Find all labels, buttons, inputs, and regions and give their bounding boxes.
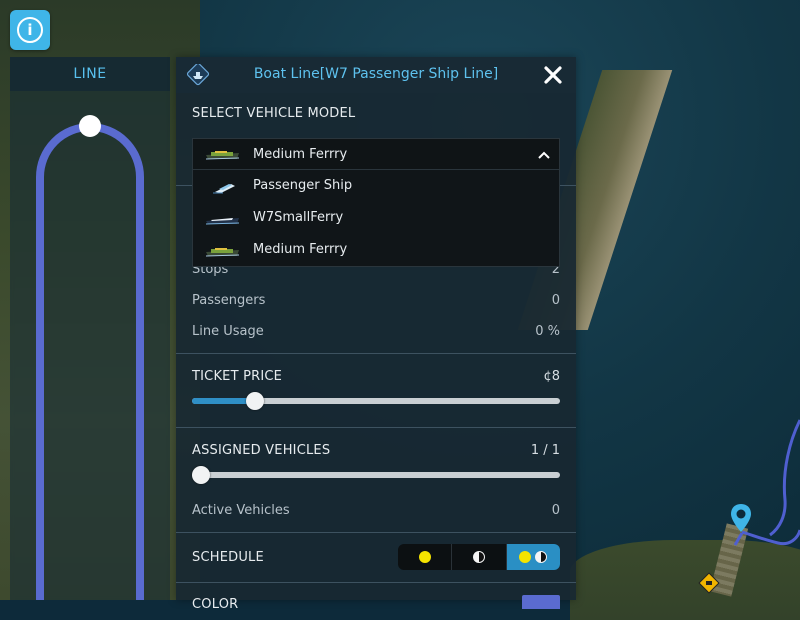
ticket-price-value: ¢8 xyxy=(543,369,560,384)
active-vehicles-value: 0 xyxy=(551,503,560,518)
schedule-selector[interactable] xyxy=(398,544,560,570)
divider xyxy=(176,532,576,533)
divider xyxy=(176,582,576,583)
assigned-vehicles-label: ASSIGNED VEHICLES xyxy=(192,443,331,458)
dropdown-option-label: Passenger Ship xyxy=(253,178,353,193)
dropdown-option-medium-ferry[interactable]: Medium Ferrry xyxy=(193,234,561,266)
line-usage-value: 0 % xyxy=(535,324,560,339)
dropdown-selected-label: Medium Ferrry xyxy=(253,147,348,162)
info-button[interactable]: i xyxy=(10,10,50,50)
line-panel: LINE xyxy=(10,57,170,600)
info-icon: i xyxy=(17,17,43,43)
ticket-price-label: TICKET PRICE xyxy=(192,369,283,384)
dropdown-option-label: W7SmallFerry xyxy=(253,210,344,225)
line-usage-label: Line Usage xyxy=(192,324,264,339)
schedule-label: SCHEDULE xyxy=(192,550,264,565)
sun-icon xyxy=(519,551,532,563)
close-icon[interactable] xyxy=(542,64,564,86)
medium-ferry-icon xyxy=(205,151,240,160)
passenger-ship-icon xyxy=(213,184,235,194)
panel-titlebar: Boat Line[W7 Passenger Ship Line] xyxy=(176,57,576,93)
sun-icon xyxy=(418,551,431,563)
vehicle-model-dropdown[interactable]: Medium Ferrry xyxy=(192,138,560,170)
vehicle-model-label: SELECT VEHICLE MODEL xyxy=(192,106,356,121)
assigned-vehicles-value: 1 / 1 xyxy=(530,443,560,458)
divider xyxy=(176,427,576,428)
dropdown-option-label: Medium Ferrry xyxy=(253,242,348,257)
slider-handle[interactable] xyxy=(245,392,264,410)
medium-ferry-icon xyxy=(205,248,240,257)
schedule-day-option[interactable] xyxy=(398,544,453,570)
small-ferry-icon xyxy=(205,218,240,225)
assigned-vehicles-slider[interactable] xyxy=(192,466,560,484)
color-swatch[interactable] xyxy=(522,595,560,609)
active-vehicles-label: Active Vehicles xyxy=(192,503,290,518)
boat-line-icon xyxy=(186,64,210,86)
slider-handle[interactable] xyxy=(192,466,210,484)
schedule-day-night-option[interactable] xyxy=(506,544,560,570)
moon-icon xyxy=(535,551,548,563)
passengers-value: 0 xyxy=(551,293,560,308)
line-diagram xyxy=(36,115,144,600)
line-info-panel: Boat Line[W7 Passenger Ship Line] SELECT… xyxy=(176,57,576,612)
vehicle-model-options: Passenger Ship W7SmallFerry Medium Ferrr… xyxy=(192,170,560,267)
schedule-night-option[interactable] xyxy=(452,544,507,570)
dropdown-option-small-ferry[interactable]: W7SmallFerry xyxy=(193,202,561,234)
moon-icon xyxy=(472,551,485,563)
panel-title: Boat Line[W7 Passenger Ship Line] xyxy=(253,66,499,82)
slider-rail xyxy=(192,472,560,478)
chevron-up-icon xyxy=(538,151,550,159)
dropdown-option-passenger-ship[interactable]: Passenger Ship xyxy=(193,170,561,202)
stop-pin-icon[interactable] xyxy=(730,503,752,533)
harbor-marker-icon[interactable] xyxy=(698,572,720,594)
divider xyxy=(176,353,576,354)
passengers-label: Passengers xyxy=(192,293,266,308)
ticket-price-slider[interactable] xyxy=(192,392,560,410)
stop-node[interactable] xyxy=(79,115,101,137)
color-label: COLOR xyxy=(192,597,239,612)
